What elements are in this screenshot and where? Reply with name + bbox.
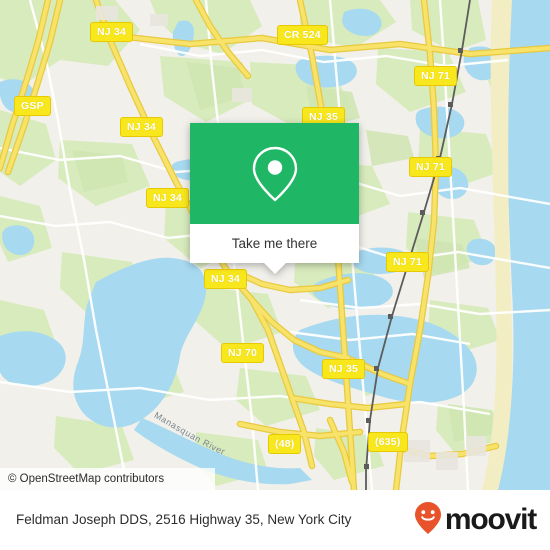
moovit-logo[interactable]: moovit bbox=[414, 501, 550, 540]
road-shield: (635) bbox=[368, 432, 408, 452]
road-shield: CR 524 bbox=[277, 25, 328, 45]
popup-icon-panel bbox=[190, 123, 359, 224]
take-me-there-button[interactable]: Take me there bbox=[190, 224, 359, 263]
road-shield: (48) bbox=[268, 434, 302, 454]
popup-pointer-tail bbox=[263, 263, 286, 274]
road-shield: NJ 71 bbox=[414, 66, 458, 86]
moovit-smiley-pin-icon bbox=[414, 501, 442, 540]
road-shield: NJ 71 bbox=[409, 157, 453, 177]
road-shield: NJ 35 bbox=[322, 359, 366, 379]
road-shield: NJ 70 bbox=[221, 343, 265, 363]
map-screenshot: Manasquan River NJ 34 CR 524 NJ 71 GSP NJ 35… bbox=[0, 0, 550, 550]
location-popup-card[interactable]: Take me there bbox=[190, 123, 359, 274]
moovit-wordmark: moovit bbox=[444, 503, 537, 536]
place-address-text: Feldman Joseph DDS, 2516 Highway 35, New… bbox=[16, 512, 352, 527]
footer-bar: Feldman Joseph DDS, 2516 Highway 35, New… bbox=[0, 490, 550, 550]
road-shield: NJ 71 bbox=[386, 252, 430, 272]
road-shield: NJ 34 bbox=[90, 22, 134, 42]
road-shield: NJ 34 bbox=[146, 188, 190, 208]
osm-attribution-text: © OpenStreetMap contributors bbox=[8, 473, 165, 485]
osm-attribution[interactable]: © OpenStreetMap contributors bbox=[0, 468, 215, 490]
road-shield: NJ 34 bbox=[204, 269, 248, 289]
road-shield: NJ 34 bbox=[120, 117, 164, 137]
map-canvas[interactable]: Manasquan River NJ 34 CR 524 NJ 71 GSP NJ 35… bbox=[0, 0, 550, 490]
take-me-there-label: Take me there bbox=[231, 236, 318, 251]
location-pin-icon bbox=[248, 144, 302, 204]
road-shield: GSP bbox=[14, 96, 51, 116]
